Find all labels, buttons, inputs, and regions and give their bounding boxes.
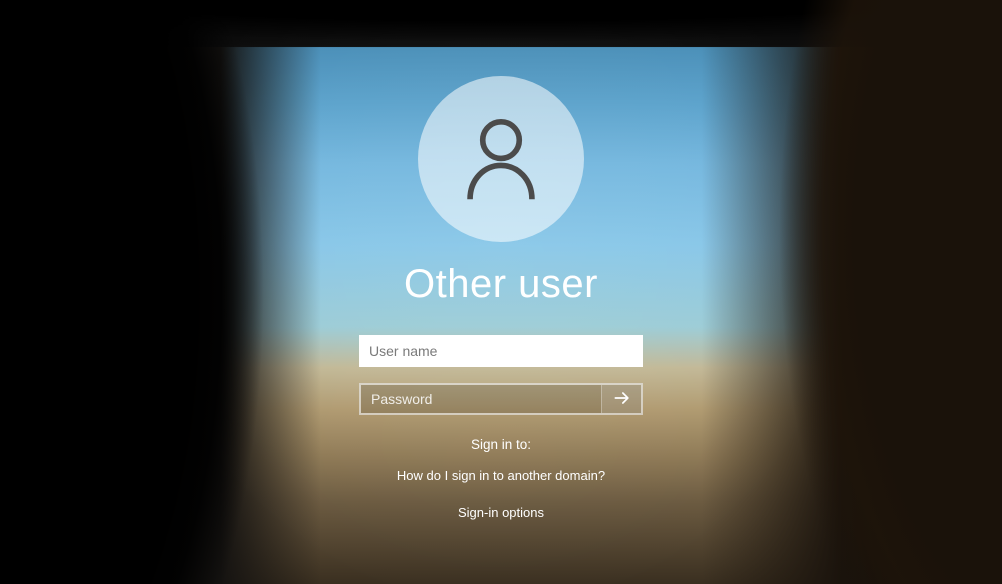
account-name: Other user [404, 262, 598, 307]
password-input[interactable] [361, 385, 601, 413]
username-row [359, 335, 643, 367]
user-avatar [418, 76, 584, 242]
password-row [359, 383, 643, 415]
sign-in-options-link[interactable]: Sign-in options [458, 505, 544, 520]
username-input[interactable] [359, 335, 643, 367]
other-domain-link[interactable]: How do I sign in to another domain? [397, 468, 605, 483]
user-icon [456, 112, 546, 207]
submit-button[interactable] [601, 385, 641, 413]
sign-in-to-label: Sign in to: [471, 437, 531, 452]
arrow-right-icon [612, 388, 632, 411]
login-panel: Other user Sign in to: How do I sign in … [0, 76, 1002, 520]
